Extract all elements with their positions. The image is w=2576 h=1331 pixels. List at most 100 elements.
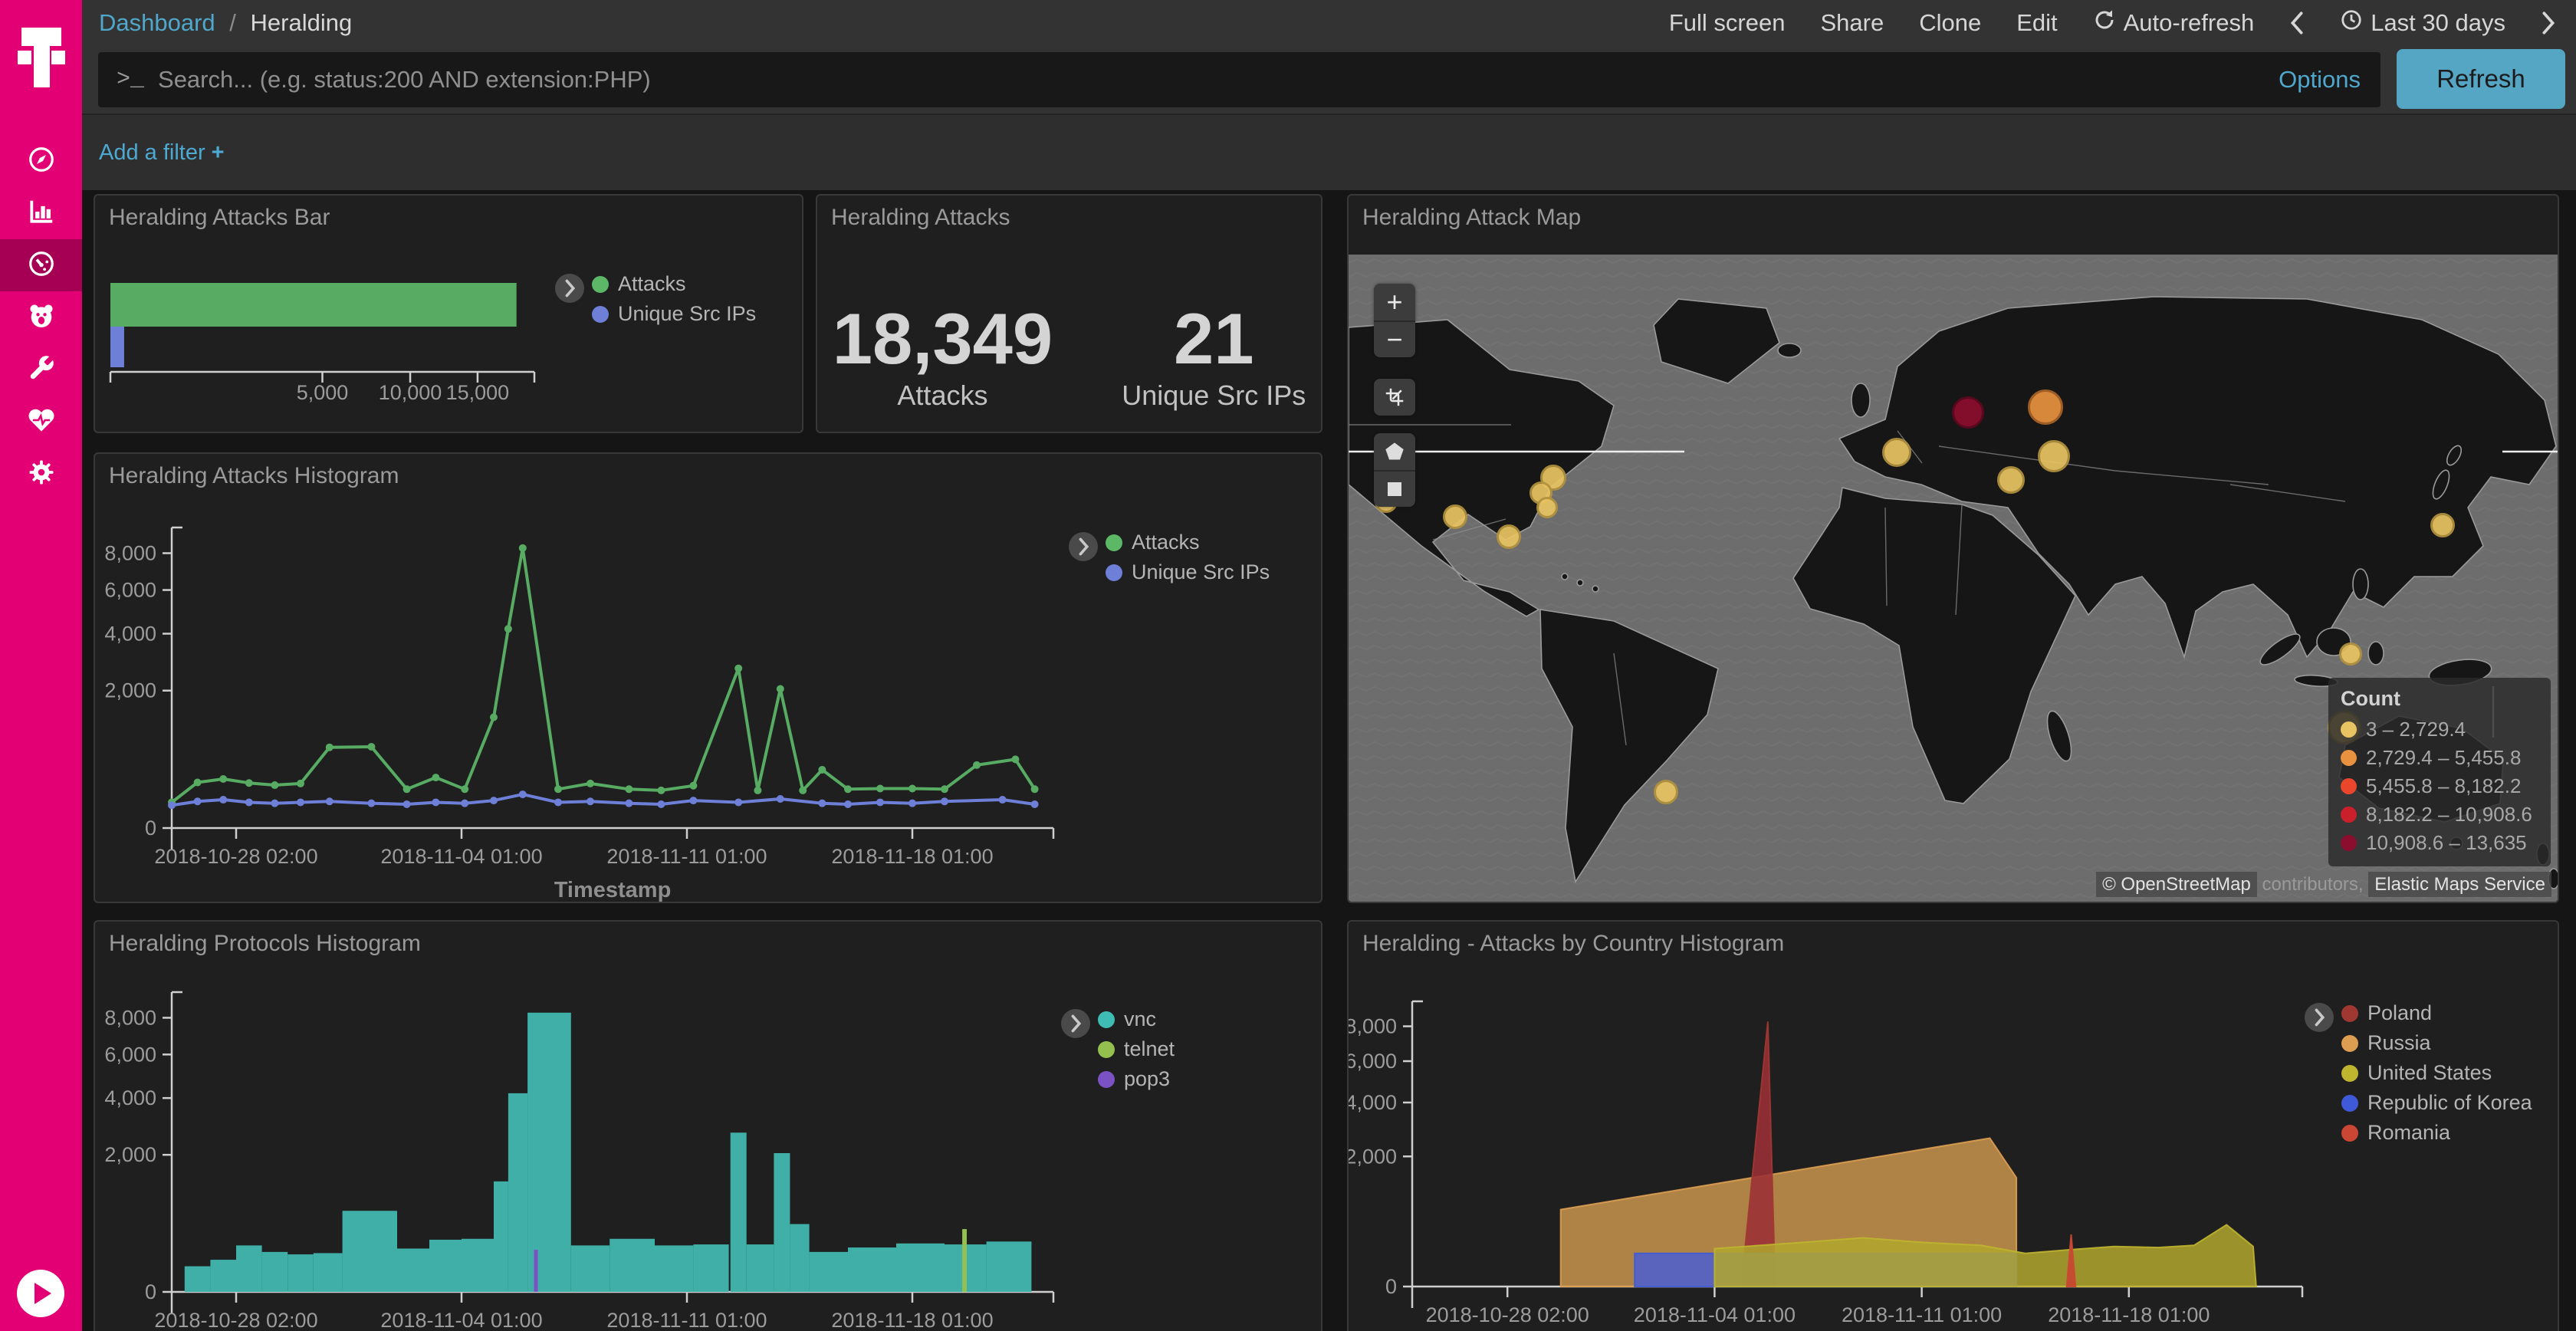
sidebar-item-monitoring[interactable] (0, 396, 82, 448)
sidebar-collapse-button[interactable] (17, 1270, 64, 1317)
clone-button[interactable]: Clone (1919, 9, 1981, 37)
legend-dot (1098, 1041, 1115, 1058)
crop-icon[interactable] (1374, 379, 1415, 416)
svg-text:0: 0 (145, 1280, 156, 1303)
zoom-in-button[interactable]: + (1374, 284, 1415, 320)
auto-refresh-button[interactable]: Auto-refresh (2093, 8, 2255, 38)
svg-text:15,000: 15,000 (446, 381, 510, 404)
legend-dot (1098, 1071, 1115, 1088)
search-input[interactable]: >_ Search... (e.g. status:200 AND extens… (98, 52, 2380, 107)
legend-item-republic-of-korea[interactable]: Republic of Korea (2341, 1088, 2532, 1118)
legend-range-4: 8,182.2 – 10,908.6 (2341, 800, 2538, 829)
sidebar-item-discover[interactable] (0, 135, 82, 187)
refresh-cycle-icon (2093, 8, 2116, 38)
legend-item-telnet[interactable]: telnet (1098, 1034, 1175, 1064)
legend-item-united-states[interactable]: United States (2341, 1058, 2532, 1088)
legend-item-attacks[interactable]: Attacks (592, 269, 756, 299)
attack-origin-circle[interactable] (2430, 513, 2455, 537)
attacks-histogram-chart[interactable]: 02,0004,0006,0008,0002018-10-28 02:00201… (95, 454, 1322, 903)
legend-item-vnc[interactable]: vnc (1098, 1004, 1175, 1034)
legend-item-pop3[interactable]: pop3 (1098, 1064, 1175, 1094)
openstreetmap-link[interactable]: © OpenStreetMap (2096, 872, 2257, 897)
panel-title[interactable]: Heralding - Attacks by Country Histogram (1362, 931, 1784, 957)
legend-range-1: 3 – 2,729.4 (2341, 715, 2538, 744)
legend-toggle-button[interactable] (1061, 1009, 1090, 1038)
logo-square-left (18, 51, 31, 64)
breadcrumb-dashboard-link[interactable]: Dashboard (99, 9, 215, 36)
polygon-tool-button[interactable] (1374, 433, 1415, 470)
map-draw-controls (1374, 433, 1415, 507)
elastic-maps-service-link[interactable]: Elastic Maps Service (2368, 872, 2551, 897)
map-zoom-controls: + − (1374, 284, 1415, 357)
attack-origin-circle[interactable] (1952, 396, 1984, 429)
metric-value: 21 (1122, 303, 1306, 375)
legend-item-attacks[interactable]: Attacks (1106, 527, 1270, 557)
refresh-button[interactable]: Refresh (2397, 49, 2565, 109)
full-screen-button[interactable]: Full screen (1669, 9, 1786, 37)
sidebar-item-devtools[interactable] (0, 343, 82, 396)
svg-text:2018-11-18 01:00: 2018-11-18 01:00 (2048, 1303, 2210, 1326)
sidebar-item-visualize[interactable] (0, 187, 82, 239)
sidebar-item-tpot[interactable] (0, 291, 82, 343)
panel-title[interactable]: Heralding Protocols Histogram (109, 931, 421, 957)
attack-origin-circle[interactable] (2339, 642, 2362, 666)
time-forward-button[interactable] (2541, 10, 2556, 36)
logo-stem (34, 28, 50, 87)
legend-toggle-button[interactable] (1069, 532, 1098, 561)
metric-label: Unique Src IPs (1122, 380, 1306, 412)
svg-text:8,000: 8,000 (104, 1006, 156, 1029)
t-mobile-logo[interactable] (18, 23, 65, 100)
svg-text:2,000: 2,000 (104, 679, 156, 702)
legend: Poland Russia United States Republic of … (2341, 998, 2532, 1148)
svg-text:0: 0 (145, 817, 156, 840)
svg-text:6,000: 6,000 (1349, 1050, 1397, 1073)
attack-origin-circle[interactable] (1997, 466, 2025, 494)
legend-toggle-button[interactable] (2305, 1003, 2334, 1032)
play-icon (34, 1283, 51, 1304)
legend-item-russia[interactable]: Russia (2341, 1028, 2532, 1058)
legend-dot (2341, 1095, 2358, 1112)
attack-origin-circle[interactable] (2038, 440, 2070, 472)
metric-label: Attacks (833, 380, 1053, 412)
attack-origin-circle[interactable] (1882, 438, 1911, 467)
sidebar-item-dashboard[interactable] (0, 239, 82, 291)
legend-item-poland[interactable]: Poland (2341, 998, 2532, 1028)
svg-text:2018-11-11 01:00: 2018-11-11 01:00 (606, 1309, 767, 1331)
svg-text:2,000: 2,000 (104, 1143, 156, 1166)
panel-title[interactable]: Heralding Attacks Histogram (109, 463, 399, 489)
zoom-out-button[interactable]: − (1374, 320, 1415, 357)
attack-origin-circle[interactable] (1497, 524, 1521, 549)
panel-title[interactable]: Heralding Attacks Bar (109, 205, 330, 231)
legend-item-unique-src-ips[interactable]: Unique Src IPs (1106, 557, 1270, 587)
svg-text:2018-11-04 01:00: 2018-11-04 01:00 (1634, 1303, 1796, 1326)
panel-title[interactable]: Heralding Attacks (831, 205, 1010, 231)
share-button[interactable]: Share (1820, 9, 1884, 37)
svg-text:2018-11-18 01:00: 2018-11-18 01:00 (831, 1309, 993, 1331)
legend-range-5: 10,908.6 – 13,635 (2341, 829, 2538, 857)
legend-toggle-button[interactable] (555, 274, 584, 303)
edit-button[interactable]: Edit (2016, 9, 2057, 37)
legend-dot (2341, 1005, 2358, 1022)
legend-item-unique-src-ips[interactable]: Unique Src IPs (592, 299, 756, 329)
attack-origin-circle[interactable] (1536, 497, 1558, 518)
map-fit-control (1374, 379, 1415, 416)
world-map[interactable]: + − (1349, 255, 2558, 902)
attack-origin-circle[interactable] (1654, 780, 1678, 804)
svg-text:10,000: 10,000 (379, 381, 442, 404)
time-back-button[interactable] (2289, 10, 2305, 36)
add-filter-button[interactable]: Add a filter+ (99, 140, 225, 166)
legend-dot (2341, 807, 2357, 823)
attack-origin-circle[interactable] (1443, 504, 1467, 529)
svg-text:8,000: 8,000 (104, 541, 156, 564)
sidebar-item-management[interactable] (0, 448, 82, 500)
panel-heralding-attacks-metric: Heralding Attacks 18,349 Attacks 21 Uniq… (816, 194, 1322, 433)
panel-title[interactable]: Heralding Attack Map (1362, 205, 1581, 231)
options-link[interactable]: Options (2279, 66, 2361, 94)
time-range-button[interactable]: Last 30 days (2340, 8, 2505, 38)
attack-origin-circle[interactable] (2028, 389, 2063, 425)
protocols-histogram-chart[interactable]: 02,0004,0006,0008,0002018-10-28 02:00201… (95, 922, 1322, 1331)
legend-dot (592, 276, 609, 293)
sidebar (0, 0, 82, 1331)
rectangle-tool-button[interactable] (1374, 470, 1415, 507)
legend-item-romania[interactable]: Romania (2341, 1118, 2532, 1148)
